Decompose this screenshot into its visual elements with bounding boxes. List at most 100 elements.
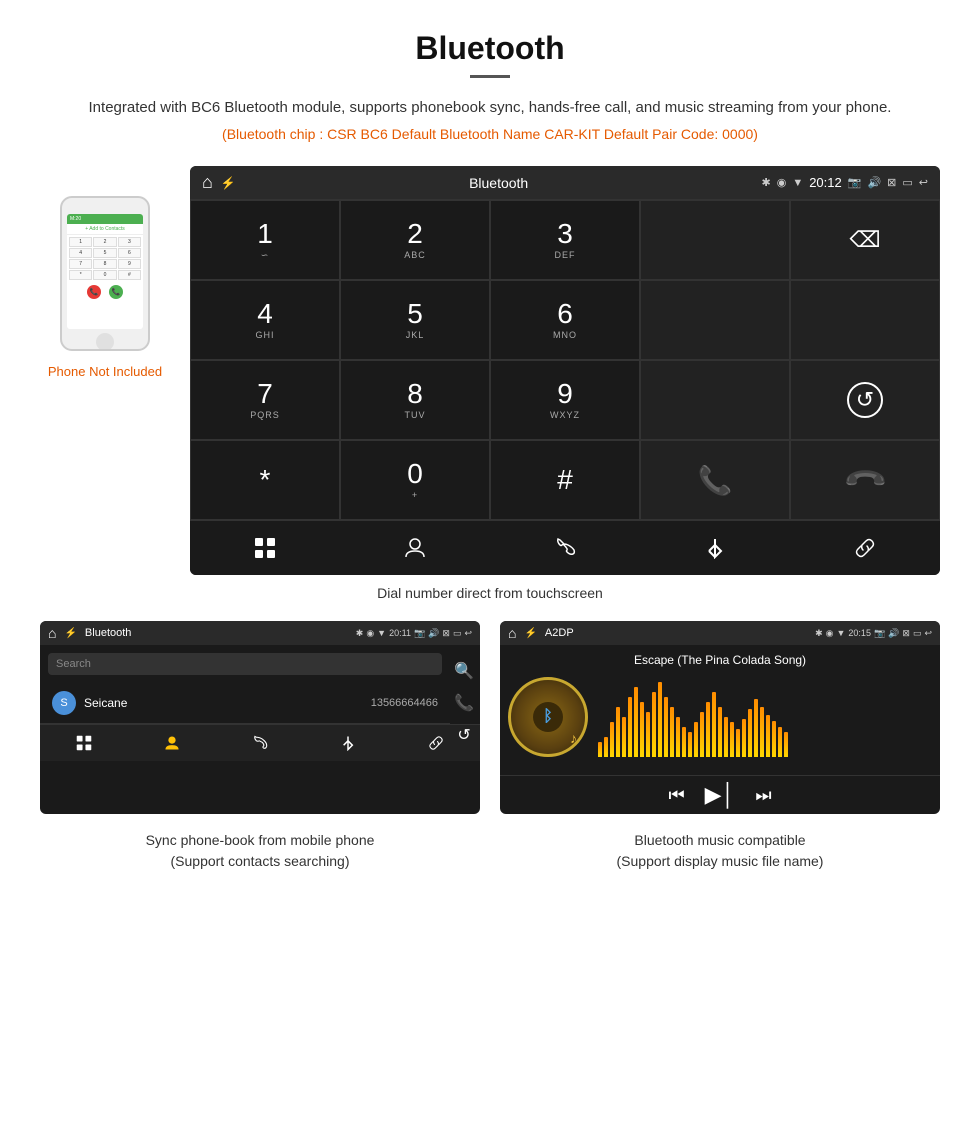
dial-key-8[interactable]: 8 TUV xyxy=(340,360,490,440)
contacts-nav-bluetooth[interactable] xyxy=(304,731,392,755)
contacts-home-icon: ⌂ xyxy=(48,625,56,641)
location-icon: ◉ xyxy=(777,176,787,189)
dial-key-6[interactable]: 6 MNO xyxy=(490,280,640,360)
dial-key-1[interactable]: 1 ∽ xyxy=(190,200,340,280)
contacts-nav-phone[interactable] xyxy=(216,731,304,755)
dial-num-8: 8 xyxy=(407,380,423,408)
dial-key-2[interactable]: 2 ABC xyxy=(340,200,490,280)
dialpad-screen: ⌂ ⚡ Bluetooth ✱ ◉ ▼ 20:12 📷 🔊 ⊠ ▭ ↩ 1 ∽ xyxy=(190,166,940,575)
next-track-button[interactable]: ⏭ xyxy=(755,785,771,806)
music-win-icon: ▭ xyxy=(913,628,922,639)
contacts-content: Search S Seicane 13566664466 xyxy=(40,653,480,724)
music-bar xyxy=(724,717,728,757)
music-bar xyxy=(622,717,626,757)
dial-key-9[interactable]: 9 WXYZ xyxy=(490,360,640,440)
dial-empty-3a xyxy=(640,360,790,440)
contacts-search[interactable]: Search xyxy=(48,653,442,675)
phone-key-9: 9 xyxy=(118,259,141,269)
dialpad-title: Bluetooth xyxy=(244,175,754,191)
dial-key-7[interactable]: 7 PQRS xyxy=(190,360,340,440)
music-song-title: Escape (The Pina Colada Song) xyxy=(508,653,932,667)
music-bar xyxy=(706,702,710,757)
contacts-nav-grid[interactable] xyxy=(40,731,128,755)
status-icons: ✱ ◉ ▼ 20:12 📷 🔊 ⊠ ▭ ↩ xyxy=(761,175,928,190)
music-bars xyxy=(598,677,932,757)
contacts-search-icon[interactable]: 🔍 xyxy=(454,661,474,681)
contacts-bt-icon: ✱ xyxy=(356,628,364,639)
bottom-screens: ⌂ ⚡ Bluetooth ✱ ◉ ▼ 20:11 📷 🔊 ⊠ ▭ ↩ Sear… xyxy=(40,621,940,814)
music-bar xyxy=(736,729,740,757)
volume-icon: 🔊 xyxy=(867,176,881,189)
contacts-status-icons: ✱ ◉ ▼ 20:11 📷 🔊 ⊠ ▭ ↩ xyxy=(356,628,472,639)
caption-left-text: Sync phone-book from mobile phone(Suppor… xyxy=(146,832,375,869)
dial-key-5[interactable]: 5 JKL xyxy=(340,280,490,360)
music-vol-icon: 🔊 xyxy=(888,628,899,639)
contacts-phone-icon xyxy=(252,735,268,751)
phone-not-included-label: Phone Not Included xyxy=(40,364,170,379)
music-bar xyxy=(766,715,770,757)
music-bar xyxy=(628,697,632,757)
contacts-loc-icon: ◉ xyxy=(366,628,374,639)
music-bar xyxy=(676,717,680,757)
dialpad-statusbar: ⌂ ⚡ Bluetooth ✱ ◉ ▼ 20:12 📷 🔊 ⊠ ▭ ↩ xyxy=(190,166,940,199)
contact-row[interactable]: S Seicane 13566664466 xyxy=(40,683,450,724)
contacts-call-icon[interactable]: 📞 xyxy=(454,693,474,713)
dial-key-0[interactable]: 0 + xyxy=(340,440,490,520)
dial-key-hash[interactable]: # xyxy=(490,440,640,520)
music-bar xyxy=(742,719,746,757)
page-title: Bluetooth xyxy=(40,30,940,67)
music-note-icon: ♪ xyxy=(570,730,577,746)
music-controls: ⏮ ▶│ ⏭ xyxy=(500,775,940,814)
music-signal-icon: ▼ xyxy=(837,628,846,639)
music-bar xyxy=(700,712,704,757)
music-bar xyxy=(784,732,788,757)
person-icon xyxy=(404,537,426,559)
dial-key-4[interactable]: 4 GHI xyxy=(190,280,340,360)
dial-call-green[interactable]: 📞 xyxy=(640,440,790,520)
contacts-win-icon: ▭ xyxy=(453,628,462,639)
usb-icon: ⚡ xyxy=(221,176,236,190)
music-bar xyxy=(670,707,674,757)
contact-phone: 13566664466 xyxy=(371,697,438,709)
music-camera-icon: 📷 xyxy=(874,628,885,639)
music-bar xyxy=(760,707,764,757)
main-screen-area: M:20 + Add to Contacts 1 2 3 4 5 6 7 8 9… xyxy=(40,166,940,575)
music-bar xyxy=(664,697,668,757)
play-pause-button[interactable]: ▶│ xyxy=(705,782,736,808)
dial-num-star: * xyxy=(260,466,271,494)
contacts-refresh-icon[interactable]: ↺ xyxy=(457,725,470,745)
contacts-usb-icon: ⚡ xyxy=(64,628,76,639)
camera-icon: 📷 xyxy=(848,176,862,189)
phone-key-0: 0 xyxy=(93,270,116,280)
nav-link[interactable] xyxy=(790,529,940,567)
back-icon: ↩ xyxy=(919,176,928,189)
dial-call-red[interactable]: 📞 xyxy=(790,440,940,520)
dialpad-grid: 1 ∽ 2 ABC 3 DEF ⌫ 4 GHI 5 JK xyxy=(190,199,940,520)
dial-refresh[interactable]: ↺ xyxy=(790,360,940,440)
dial-backspace[interactable]: ⌫ xyxy=(790,200,940,280)
phone-screen: M:20 + Add to Contacts 1 2 3 4 5 6 7 8 9… xyxy=(67,214,143,329)
contacts-statusbar: ⌂ ⚡ Bluetooth ✱ ◉ ▼ 20:11 📷 🔊 ⊠ ▭ ↩ xyxy=(40,621,480,645)
prev-track-button[interactable]: ⏮ xyxy=(668,785,684,806)
music-bar xyxy=(718,707,722,757)
contacts-nav-person[interactable] xyxy=(128,731,216,755)
nav-dial[interactable] xyxy=(490,529,640,567)
dial-key-star[interactable]: * xyxy=(190,440,340,520)
contacts-screen: ⌂ ⚡ Bluetooth ✱ ◉ ▼ 20:11 📷 🔊 ⊠ ▭ ↩ Sear… xyxy=(40,621,480,814)
dial-cell-display xyxy=(640,200,790,280)
music-bt-icon: ✱ xyxy=(815,628,823,639)
search-placeholder: Search xyxy=(56,658,91,670)
contacts-person-icon xyxy=(164,735,180,751)
contacts-vol-icon: 🔊 xyxy=(428,628,439,639)
nav-grid[interactable] xyxy=(190,529,340,567)
music-bar xyxy=(640,702,644,757)
bluetooth-symbol: ᛒ xyxy=(543,708,553,726)
phone-image: M:20 + Add to Contacts 1 2 3 4 5 6 7 8 9… xyxy=(60,196,150,356)
phone-key-2: 2 xyxy=(93,237,116,247)
nav-contacts[interactable] xyxy=(340,529,490,567)
dial-key-3[interactable]: 3 DEF xyxy=(490,200,640,280)
music-bar xyxy=(694,722,698,757)
contacts-camera-icon: 📷 xyxy=(414,628,425,639)
music-album-art: ᛒ ♪ xyxy=(508,677,588,757)
nav-bluetooth[interactable] xyxy=(640,529,790,567)
